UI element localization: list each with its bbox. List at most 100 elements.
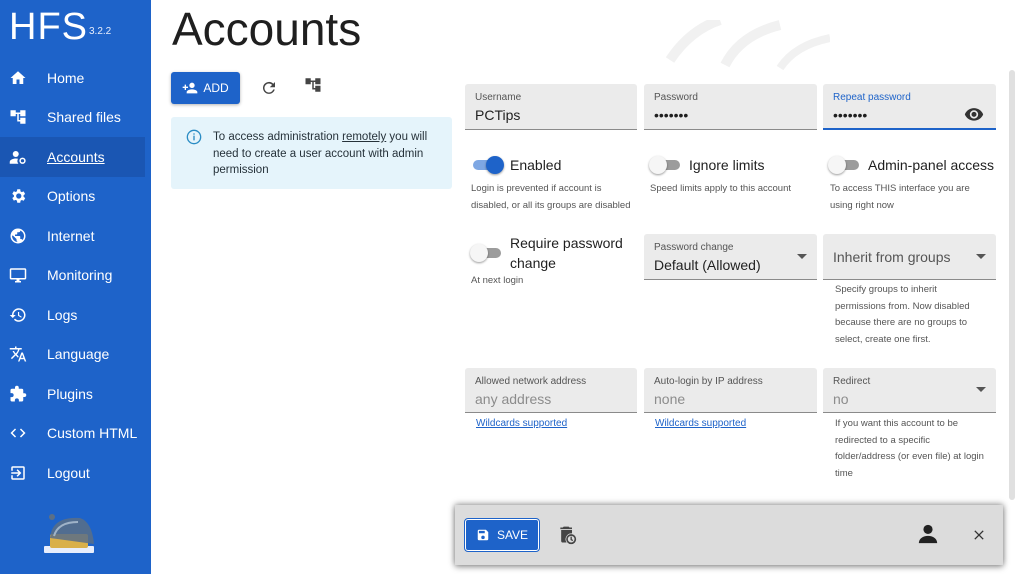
ignore-limits-help: Speed limits apply to this account xyxy=(650,183,791,194)
app-name: HFS xyxy=(9,6,88,48)
sidebar-item-language[interactable]: Language xyxy=(0,335,151,375)
ignore-limits-label: Ignore limits xyxy=(689,157,765,173)
redirect-help: If you want this account to be redirecte… xyxy=(835,418,984,479)
sidebar-item-label: Home xyxy=(47,69,85,86)
hfs-logo xyxy=(44,514,94,553)
sidebar-item-custom-html[interactable]: Custom HTML xyxy=(0,414,151,454)
autologin-ip-field[interactable]: Auto-login by IP address none xyxy=(644,368,817,413)
sidebar-item-label: Logs xyxy=(47,306,78,323)
translate-icon xyxy=(8,344,28,364)
code-icon xyxy=(8,423,28,443)
admin-access-help: To access THIS interface you are using r… xyxy=(830,183,970,211)
close-button[interactable] xyxy=(967,523,991,547)
inherit-groups-help: Specify groups to inherit permissions fr… xyxy=(835,284,970,345)
redirect-field[interactable]: Redirect no xyxy=(823,368,996,413)
sidebar-item-accounts[interactable]: Accounts xyxy=(0,137,145,177)
allowed-network-wildcards-link[interactable]: Wildcards supported xyxy=(476,418,567,429)
add-button-label: ADD xyxy=(203,81,229,95)
inherit-groups-select[interactable]: Inherit from groups xyxy=(823,234,996,280)
remotely-link[interactable]: remotely xyxy=(342,131,386,143)
puzzle-icon xyxy=(8,384,28,404)
autologin-ip-wildcards-link[interactable]: Wildcards supported xyxy=(655,418,746,429)
page-title: Accounts xyxy=(172,3,362,55)
repeat-password-label: Repeat password xyxy=(833,92,911,103)
monitor-icon xyxy=(8,265,28,285)
sidebar: HFS 3.2.2 Home Shared files Accounts Opt… xyxy=(0,0,151,574)
password-field[interactable]: Password ••••••• xyxy=(644,84,817,130)
history-icon xyxy=(8,305,28,325)
home-icon xyxy=(8,68,28,88)
username-label: Username xyxy=(475,92,522,103)
bottom-action-bar: SAVE xyxy=(455,505,1003,565)
redirect-label: Redirect xyxy=(833,376,871,387)
sidebar-item-label: Language xyxy=(47,346,110,363)
sidebar-item-internet[interactable]: Internet xyxy=(0,216,151,256)
password-change-value: Default (Allowed) xyxy=(654,257,761,273)
toggle-thumb xyxy=(486,156,504,174)
info-icon xyxy=(186,129,202,145)
group-tree-button[interactable] xyxy=(301,73,325,97)
enabled-toggle[interactable] xyxy=(470,155,504,175)
inherit-groups-placeholder: Inherit from groups xyxy=(833,249,951,265)
add-account-button[interactable]: ADD xyxy=(171,72,240,104)
chevron-down-icon xyxy=(797,254,807,259)
app-version: 3.2.2 xyxy=(89,26,112,37)
allowed-network-placeholder: any address xyxy=(475,391,552,407)
password-change-select[interactable]: Password change Default (Allowed) xyxy=(644,234,817,280)
delete-scheduled-button[interactable] xyxy=(555,523,579,547)
username-field[interactable]: Username PCTips xyxy=(465,84,637,130)
chevron-down-icon xyxy=(976,387,986,392)
sidebar-item-options[interactable]: Options xyxy=(0,177,151,217)
repeat-password-field[interactable]: Repeat password ••••••• xyxy=(823,84,996,130)
save-button[interactable]: SAVE xyxy=(464,518,540,552)
password-value: ••••••• xyxy=(654,107,689,123)
refresh-icon xyxy=(262,81,275,94)
accounts-icon xyxy=(8,147,28,167)
sidebar-item-label: Internet xyxy=(47,227,95,244)
password-change-label: Password change xyxy=(654,242,734,253)
enabled-label: Enabled xyxy=(510,157,562,173)
info-text-before: To access administration xyxy=(213,131,343,143)
globe-icon xyxy=(8,226,28,246)
username-value: PCTips xyxy=(475,107,521,123)
sidebar-item-label: Accounts xyxy=(47,148,105,165)
eye-icon[interactable] xyxy=(964,107,984,121)
password-label: Password xyxy=(654,92,698,103)
sidebar-item-shared-files[interactable]: Shared files xyxy=(0,98,151,138)
sidebar-item-label: Monitoring xyxy=(47,267,113,284)
sidebar-item-label: Custom HTML xyxy=(47,425,138,442)
sidebar-item-logout[interactable]: Logout xyxy=(0,453,151,493)
require-password-change-toggle[interactable] xyxy=(470,243,504,263)
tree-icon xyxy=(8,107,28,127)
background-decoration xyxy=(665,20,830,71)
allowed-network-label: Allowed network address xyxy=(475,376,587,387)
redirect-placeholder: no xyxy=(833,391,849,407)
admin-access-label: Admin-panel access xyxy=(868,157,995,173)
add-user-icon xyxy=(182,82,198,94)
require-password-change-label: Require password change xyxy=(510,235,623,271)
tree-icon xyxy=(305,78,321,92)
reload-button[interactable] xyxy=(257,76,281,100)
sidebar-item-monitoring[interactable]: Monitoring xyxy=(0,256,151,296)
ignore-limits-toggle[interactable] xyxy=(649,155,683,175)
sidebar-item-logs[interactable]: Logs xyxy=(0,295,151,335)
person-icon xyxy=(918,524,938,544)
sidebar-item-home[interactable]: Home xyxy=(0,58,151,98)
toggle-thumb xyxy=(649,156,667,174)
admin-access-toggle[interactable] xyxy=(828,155,862,175)
allowed-network-field[interactable]: Allowed network address any address xyxy=(465,368,637,413)
account-button[interactable] xyxy=(916,522,940,546)
sidebar-item-plugins[interactable]: Plugins xyxy=(0,374,151,414)
autologin-ip-label: Auto-login by IP address xyxy=(654,376,763,387)
delete-clock-icon xyxy=(560,526,577,545)
require-password-change-help: At next login xyxy=(471,275,524,286)
sidebar-item-label: Logout xyxy=(47,464,90,481)
repeat-password-value: ••••••• xyxy=(833,107,868,123)
sidebar-item-label: Plugins xyxy=(47,385,93,402)
autologin-ip-placeholder: none xyxy=(654,391,686,407)
gear-icon xyxy=(8,186,28,206)
scrollbar[interactable] xyxy=(1009,70,1015,500)
brand: HFS 3.2.2 xyxy=(9,6,111,49)
sidebar-item-label: Shared files xyxy=(47,109,121,126)
save-button-label: SAVE xyxy=(496,528,529,542)
